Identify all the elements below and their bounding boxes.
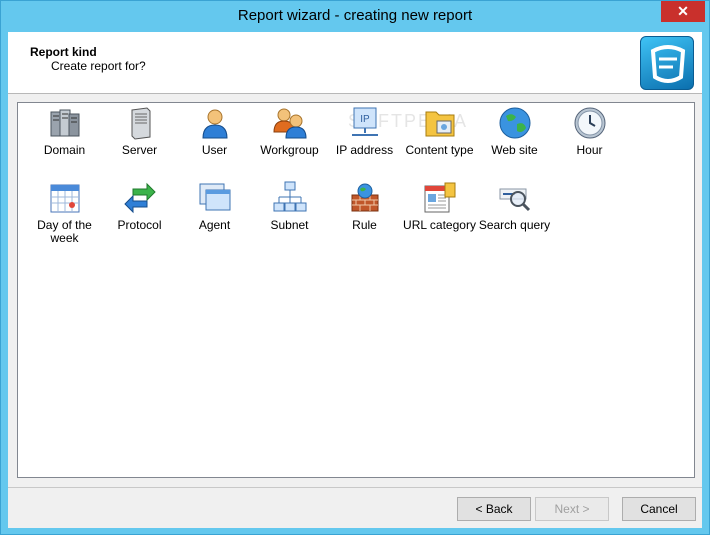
item-label: Workgroup (260, 143, 319, 157)
client-area: Report kind Create report for? SOFTPEDIA (8, 32, 702, 528)
agent-windows-icon (199, 183, 230, 211)
report-kind-url-category[interactable]: URL category (402, 181, 477, 247)
app-logo-icon (640, 36, 694, 90)
report-kind-web-site[interactable]: Web site (477, 106, 552, 172)
item-label: Day of the week (37, 218, 92, 245)
content-type-icon (425, 111, 454, 137)
close-button[interactable]: ✕ (661, 1, 705, 22)
ip-address-icon: IP (351, 107, 378, 136)
firewall-rule-icon (351, 183, 378, 212)
report-kind-list: SOFTPEDIA Domain Server User Workgroup I… (17, 102, 695, 478)
report-kind-day-of-week[interactable]: Day of the week (27, 181, 102, 247)
item-label: Content type (405, 143, 474, 157)
item-label: URL category (403, 218, 476, 232)
calendar-icon (50, 184, 79, 213)
item-label: Search query (478, 218, 551, 232)
next-button[interactable]: Next > (535, 497, 609, 521)
cancel-button[interactable]: Cancel (622, 497, 696, 521)
item-label: IP address (335, 143, 394, 157)
globe-icon (499, 107, 530, 139)
search-query-icon (499, 188, 530, 212)
footer-divider (8, 487, 702, 488)
workgroup-icon (272, 108, 307, 139)
wizard-header: Report kind Create report for? (8, 32, 702, 94)
title-bar[interactable]: Report wizard - creating new report ✕ (1, 1, 709, 32)
clock-icon (574, 107, 605, 139)
item-label: User (201, 143, 228, 157)
back-button[interactable]: < Back (457, 497, 531, 521)
report-kind-subnet[interactable]: Subnet (252, 181, 327, 247)
report-kind-rule[interactable]: Rule (327, 181, 402, 247)
item-label: Server (121, 143, 158, 157)
item-label: Agent (198, 218, 231, 232)
domain-servers-icon (50, 109, 79, 137)
item-label: Hour (576, 143, 603, 157)
subnet-icon (273, 181, 306, 212)
report-kind-ip-address[interactable]: IP IP address (327, 106, 402, 172)
protocol-arrows-icon (123, 182, 156, 214)
item-label: Web site (491, 143, 538, 157)
report-kind-content-type[interactable]: Content type (402, 106, 477, 172)
user-icon (201, 109, 228, 139)
server-icon (131, 107, 150, 140)
report-kind-protocol[interactable]: Protocol (102, 181, 177, 247)
window-title: Report wizard - creating new report (237, 7, 473, 24)
report-kind-agent[interactable]: Agent (177, 181, 252, 247)
report-kind-search-query[interactable]: Search query (477, 181, 552, 247)
item-label: Subnet (270, 218, 309, 232)
item-label: Protocol (117, 218, 162, 232)
report-kind-user[interactable]: User (177, 106, 252, 172)
page-subtitle: Create report for? (51, 59, 146, 73)
url-category-icon (424, 182, 455, 213)
report-kind-server[interactable]: Server (102, 106, 177, 172)
report-kind-hour[interactable]: Hour (552, 106, 627, 172)
item-label: Rule (352, 218, 377, 232)
wizard-window: Report wizard - creating new report ✕ Re… (0, 0, 710, 535)
report-kind-workgroup[interactable]: Workgroup (252, 106, 327, 172)
svg-text:IP: IP (360, 114, 370, 125)
report-kind-domain[interactable]: Domain (27, 106, 102, 172)
close-icon: ✕ (677, 3, 689, 19)
page-title: Report kind (30, 45, 97, 59)
item-label: Domain (43, 143, 86, 157)
